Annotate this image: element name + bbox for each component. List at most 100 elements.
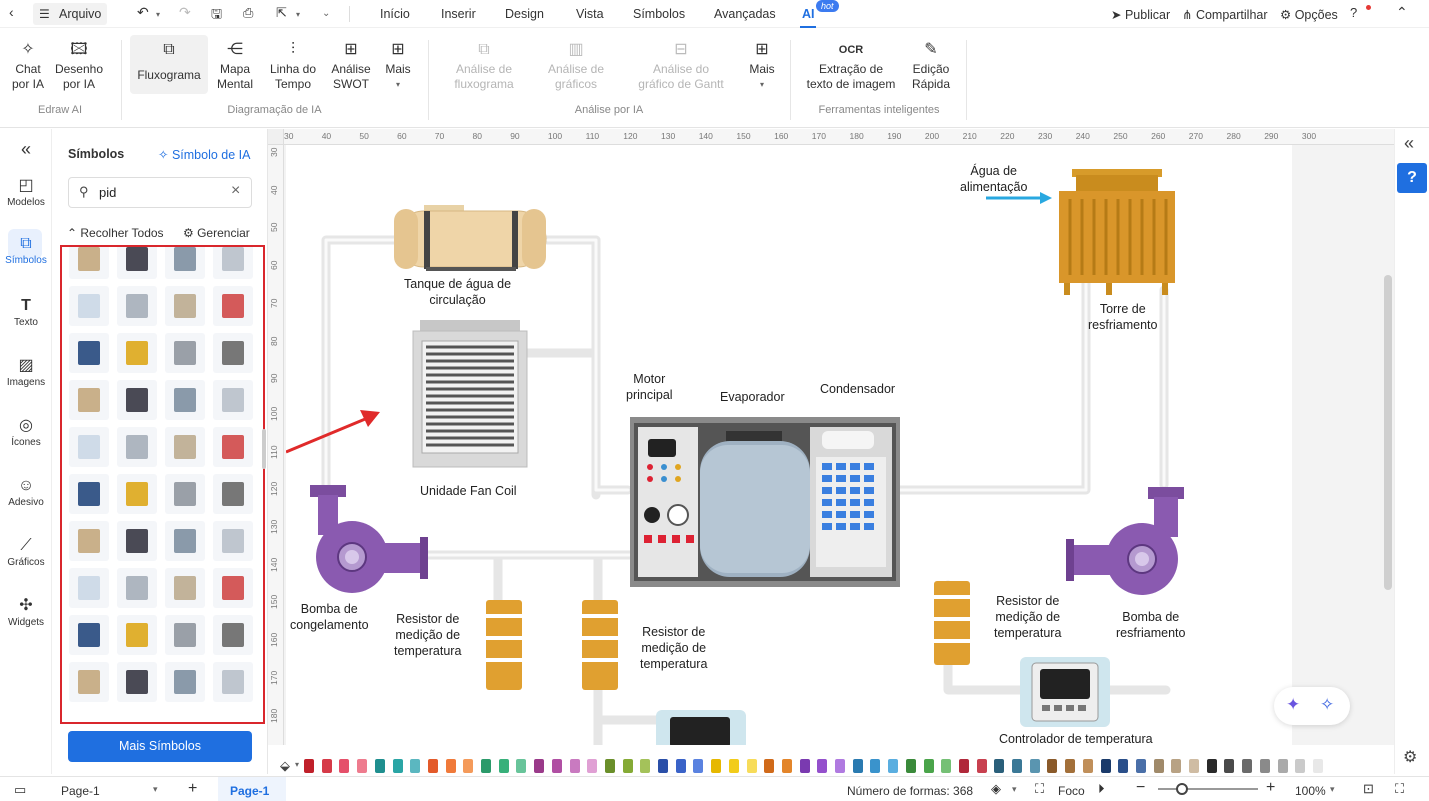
color-swatch[interactable]: [587, 759, 598, 773]
color-swatch[interactable]: [1242, 759, 1253, 773]
symbol-item[interactable]: [165, 474, 205, 514]
symbol-item[interactable]: [69, 333, 109, 373]
color-swatch[interactable]: [888, 759, 899, 773]
expand-right-panel-icon[interactable]: «: [1404, 133, 1414, 154]
color-swatch[interactable]: [1224, 759, 1235, 773]
collapse-all-button[interactable]: ⌃ Recolher Todos: [67, 226, 164, 240]
symbol-item[interactable]: [213, 427, 253, 467]
tab-simbolos[interactable]: Símbolos: [633, 7, 685, 21]
symbol-item[interactable]: [69, 474, 109, 514]
color-swatch[interactable]: [746, 759, 757, 773]
zoom-out-icon[interactable]: −: [1136, 779, 1145, 797]
symbol-item[interactable]: [213, 474, 253, 514]
color-swatch[interactable]: [764, 759, 775, 773]
symbol-item[interactable]: [165, 427, 205, 467]
symbol-item[interactable]: [213, 247, 253, 279]
print-icon[interactable]: ⎙: [243, 5, 253, 21]
swot-button[interactable]: ⊞ Análise SWOT: [326, 40, 376, 92]
nav-icones[interactable]: ◎ Ícones: [0, 415, 52, 448]
symbol-item[interactable]: [69, 427, 109, 467]
symbol-item[interactable]: [69, 615, 109, 655]
ocr-button[interactable]: OCR Extração de texto de imagem: [802, 40, 900, 92]
color-swatch[interactable]: [374, 759, 385, 773]
tab-inicio[interactable]: Início: [380, 7, 410, 21]
symbol-item[interactable]: [117, 474, 157, 514]
color-swatch[interactable]: [658, 759, 668, 773]
play-icon[interactable]: ⏵: [1098, 781, 1105, 797]
layers-icon[interactable]: ◈: [991, 781, 1001, 797]
nav-texto[interactable]: T Texto: [0, 295, 52, 328]
magic-wand-icon[interactable]: ✦: [1286, 695, 1300, 715]
nav-simbolos[interactable]: ⧉ Símbolos: [0, 233, 52, 266]
tab-vista[interactable]: Vista: [576, 7, 604, 21]
chevron-down-icon[interactable]: ▾: [1012, 784, 1017, 795]
color-swatch[interactable]: [870, 759, 881, 773]
gantt-analysis-button[interactable]: ⊟ Análise do gráfico de Gantt: [628, 40, 734, 92]
color-swatch[interactable]: [604, 759, 615, 773]
chevron-down-icon[interactable]: ▾: [295, 760, 299, 769]
nav-adesivo[interactable]: ☺ Adesivo: [0, 475, 52, 508]
color-swatch[interactable]: [640, 759, 651, 773]
symbol-item[interactable]: [69, 380, 109, 420]
color-swatch[interactable]: [1100, 759, 1111, 773]
collapse-ribbon-icon[interactable]: ⌃: [1396, 4, 1408, 21]
symbol-item[interactable]: [213, 521, 253, 561]
symbol-item[interactable]: [165, 521, 205, 561]
export-dropdown-icon[interactable]: ▾: [296, 10, 300, 19]
color-swatch[interactable]: [1047, 759, 1058, 773]
symbol-item[interactable]: [117, 247, 157, 279]
zoom-slider-handle[interactable]: [1176, 783, 1188, 795]
fit-page-icon[interactable]: ⊡: [1363, 781, 1374, 797]
color-swatch[interactable]: [835, 759, 845, 773]
quick-edit-button[interactable]: ✎ Edição Rápida: [906, 40, 956, 92]
color-swatch[interactable]: [1295, 759, 1306, 773]
focus-label[interactable]: Foco: [1058, 784, 1085, 798]
flowchart-button[interactable]: ⧉ Fluxograma: [132, 40, 206, 83]
color-swatch[interactable]: [463, 759, 474, 773]
color-swatch[interactable]: [852, 759, 863, 773]
chart-analysis-button[interactable]: ▥ Análise de gráficos: [540, 40, 612, 92]
page-selector[interactable]: Page-1: [61, 784, 100, 798]
undo-icon[interactable]: ↶: [137, 4, 149, 21]
color-swatch[interactable]: [1259, 759, 1270, 773]
color-swatch[interactable]: [1206, 759, 1217, 773]
symbol-item[interactable]: [117, 521, 157, 561]
color-swatch[interactable]: [516, 759, 527, 773]
color-swatch[interactable]: [923, 759, 934, 773]
color-swatch[interactable]: [1312, 759, 1323, 773]
tab-design[interactable]: Design: [505, 7, 544, 21]
symbol-item[interactable]: [165, 615, 205, 655]
symbol-item[interactable]: [69, 286, 109, 326]
symbol-item[interactable]: [117, 427, 157, 467]
color-swatch[interactable]: [728, 759, 739, 773]
search-input[interactable]: pid: [99, 185, 116, 200]
ai-symbol-button[interactable]: ✧ Símbolo de IA: [158, 147, 250, 162]
color-swatch[interactable]: [958, 759, 969, 773]
symbol-item[interactable]: [69, 662, 109, 702]
color-swatch[interactable]: [781, 759, 792, 773]
more-symbols-button[interactable]: Mais Símbolos: [68, 731, 252, 762]
zoom-level[interactable]: 100%: [1295, 784, 1326, 798]
symbol-item[interactable]: [213, 333, 253, 373]
publish-button[interactable]: ➤ Publicar: [1111, 7, 1170, 22]
nav-widgets[interactable]: ✣ Widgets: [0, 595, 52, 628]
color-swatch[interactable]: [905, 759, 916, 773]
symbol-item[interactable]: [117, 568, 157, 608]
color-swatch[interactable]: [339, 759, 350, 773]
fullscreen-icon[interactable]: ⛶: [1395, 781, 1404, 797]
share-button[interactable]: ⋔ Compartilhar: [1182, 7, 1268, 22]
color-swatch[interactable]: [622, 759, 633, 773]
more-diagram-button[interactable]: ⊞ Mais ▾: [380, 40, 416, 92]
symbol-item[interactable]: [165, 333, 205, 373]
symbol-item[interactable]: [117, 380, 157, 420]
chat-ai-button[interactable]: ✧ Chat por IA: [6, 40, 50, 92]
symbol-item[interactable]: [213, 615, 253, 655]
color-swatch[interactable]: [675, 759, 686, 773]
color-swatch[interactable]: [498, 759, 509, 773]
color-swatch[interactable]: [1065, 759, 1076, 773]
color-swatch[interactable]: [693, 759, 704, 773]
symbol-item[interactable]: [117, 286, 157, 326]
symbol-item[interactable]: [213, 286, 253, 326]
color-swatch[interactable]: [994, 759, 1005, 773]
symbol-item[interactable]: [213, 380, 253, 420]
